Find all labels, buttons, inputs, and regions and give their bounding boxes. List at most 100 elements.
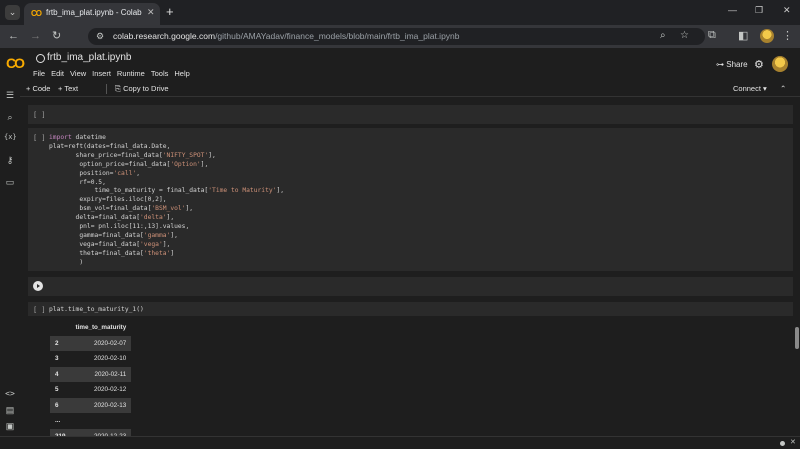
- code-line: theta=final_data['theta']: [49, 249, 175, 257]
- minimize-icon[interactable]: —: [728, 5, 737, 15]
- status-bar: ✕: [0, 436, 800, 449]
- reload-icon[interactable]: ↻: [52, 29, 61, 43]
- copy-to-drive-label: Copy to Drive: [123, 84, 169, 93]
- code-line: pnl= pnl.iloc[11:,13].values,: [49, 223, 190, 231]
- code-line: bsm_vol=final_data['BSM_vol'],: [49, 205, 194, 213]
- back-arrow-icon[interactable]: ←: [8, 29, 19, 43]
- table-row: 4 2020-02-11: [50, 366, 132, 382]
- tab-title: frtb_ima_plat.ipynb - Colaboratory: [46, 8, 142, 17]
- browser-toolbar: ← → ↻ ⚙ colab.research.google.com/github…: [0, 25, 800, 48]
- notebook-title[interactable]: frtb_ima_plat.ipynb: [47, 52, 132, 63]
- row-index: 4: [50, 366, 71, 382]
- output-dataframe: time_to_maturity 2 2020-02-07 3 2020-02-10…: [50, 320, 132, 444]
- table-row: 3 2020-02-10: [50, 351, 132, 367]
- code-line: delta=final_data['delta'],: [49, 214, 175, 222]
- add-code-button[interactable]: + Code: [26, 84, 50, 93]
- new-code-cell[interactable]: [28, 277, 793, 296]
- code-line: plat=reft(dates=final_data.Date,: [49, 142, 171, 150]
- code-line: expiry=files.iloc[0,2],: [49, 196, 167, 204]
- code-line: rf=0.5,: [49, 178, 106, 186]
- table-row: ...: [50, 413, 132, 429]
- browser-tab-strip: ⌄ CO frtb_ima_plat.ipynb - Colaboratory …: [0, 0, 800, 25]
- menu-insert[interactable]: Insert: [92, 69, 111, 79]
- row-value: 2020-02-10: [70, 351, 132, 367]
- settings-gear-icon[interactable]: ⚙: [754, 58, 764, 71]
- copy-to-drive-button[interactable]: ⎘ Copy to Drive: [115, 84, 169, 94]
- files-folder-icon[interactable]: ▭: [4, 177, 16, 188]
- code-line: plat.time_to_maturity_1(): [49, 306, 144, 313]
- url-text[interactable]: colab.research.google.com/github/AMAYada…: [113, 31, 460, 41]
- zoom-icon[interactable]: ⌕: [660, 30, 666, 41]
- code-line: gamma=final_data['gamma'],: [49, 231, 178, 239]
- tab-search-icon[interactable]: ⌄: [5, 5, 20, 20]
- url-path: /github/AMAYadav/finance_models/blob/mai…: [215, 31, 460, 41]
- code-line: ): [49, 258, 84, 266]
- code-cell[interactable]: [ ] import datetime plat=reft(dates=fina…: [28, 128, 793, 271]
- browser-tab-active[interactable]: CO frtb_ima_plat.ipynb - Colaboratory ✕: [24, 3, 160, 25]
- code-snippets-icon[interactable]: <>: [4, 389, 16, 398]
- menu-edit[interactable]: Edit: [51, 69, 64, 79]
- status-indicator-icon[interactable]: [780, 441, 785, 446]
- menu-help[interactable]: Help: [174, 69, 189, 79]
- browser-menu-icon[interactable]: ⋮: [782, 29, 793, 42]
- menu-runtime[interactable]: Runtime: [117, 69, 145, 79]
- command-palette-icon[interactable]: ▤: [4, 405, 16, 416]
- row-value: 2020-02-12: [70, 382, 132, 398]
- menu-tools[interactable]: Tools: [151, 69, 169, 79]
- collapse-toolbar-icon[interactable]: ⌃: [780, 84, 786, 93]
- user-avatar[interactable]: [772, 56, 788, 72]
- code-line: option_price=final_data['Option'],: [49, 160, 209, 168]
- column-header: time_to_maturity: [70, 320, 132, 336]
- method-call-cell[interactable]: [ ] plat.time_to_maturity_1(): [28, 302, 793, 316]
- row-value: 2020-02-13: [70, 397, 132, 413]
- index-header: [50, 320, 71, 336]
- tab-close-icon[interactable]: ✕: [147, 7, 155, 18]
- drive-icon: ⎘: [115, 84, 124, 93]
- terminal-icon[interactable]: ▣: [4, 421, 16, 432]
- cell-execution-label[interactable]: [ ]: [33, 111, 46, 119]
- cell-execution-label[interactable]: [ ]: [33, 134, 46, 142]
- row-index: 2: [50, 335, 71, 351]
- code-editor[interactable]: import datetime plat=reft(dates=final_da…: [49, 134, 284, 268]
- table-row: 6 2020-02-13: [50, 397, 132, 413]
- site-info-icon[interactable]: ⚙: [96, 31, 104, 42]
- cell-execution-label[interactable]: [ ]: [33, 306, 46, 314]
- table-of-contents-icon[interactable]: ☰: [4, 90, 16, 101]
- empty-code-cell[interactable]: [ ]: [28, 105, 793, 124]
- search-icon[interactable]: ⌕: [4, 112, 16, 123]
- row-index: 5: [50, 382, 71, 398]
- left-sidebar: ☰ ⌕ {x} ⚷ ▭ <> ▤ ▣: [0, 82, 20, 436]
- menu-file[interactable]: File: [33, 69, 45, 79]
- menu-view[interactable]: View: [70, 69, 86, 79]
- browser-profile-avatar[interactable]: [760, 29, 774, 43]
- new-tab-icon[interactable]: +: [166, 4, 174, 19]
- row-index: ...: [50, 413, 71, 429]
- row-index: 6: [50, 397, 71, 413]
- toolbar-divider: [106, 84, 107, 94]
- address-bar[interactable]: ⚙ colab.research.google.com/github/AMAYa…: [88, 28, 705, 45]
- restore-icon[interactable]: ❐: [755, 5, 763, 16]
- window-close-icon[interactable]: ✕: [783, 5, 791, 16]
- status-close-icon[interactable]: ✕: [790, 438, 796, 446]
- connect-button[interactable]: Connect ▾: [733, 84, 767, 93]
- variables-icon[interactable]: {x}: [4, 133, 17, 141]
- colab-logo[interactable]: CO: [6, 56, 28, 70]
- row-value: 2020-02-11: [70, 366, 132, 382]
- colab-header: CO frtb_ima_plat.ipynb File Edit View In…: [0, 48, 800, 82]
- row-index: 3: [50, 351, 71, 367]
- extensions-icon[interactable]: ⧉: [708, 29, 716, 42]
- share-button[interactable]: ⊶ Share: [716, 60, 748, 69]
- secrets-key-icon[interactable]: ⚷: [4, 155, 16, 166]
- side-panel-icon[interactable]: ◧: [738, 29, 748, 42]
- table-row: 2 2020-02-07: [50, 335, 132, 351]
- code-line: import datetime: [49, 134, 106, 141]
- bookmark-star-icon[interactable]: ☆: [680, 30, 689, 41]
- scrollbar[interactable]: [795, 327, 799, 349]
- run-cell-icon[interactable]: [33, 281, 43, 291]
- forward-arrow-icon[interactable]: →: [30, 29, 41, 43]
- add-text-button[interactable]: + Text: [58, 84, 78, 93]
- code-editor[interactable]: plat.time_to_maturity_1(): [49, 306, 144, 315]
- notebook-toolbar: + Code + Text ⎘ Copy to Drive Connect ▾ …: [20, 82, 800, 97]
- table-row: 5 2020-02-12: [50, 382, 132, 398]
- code-line: position='call',: [49, 169, 140, 177]
